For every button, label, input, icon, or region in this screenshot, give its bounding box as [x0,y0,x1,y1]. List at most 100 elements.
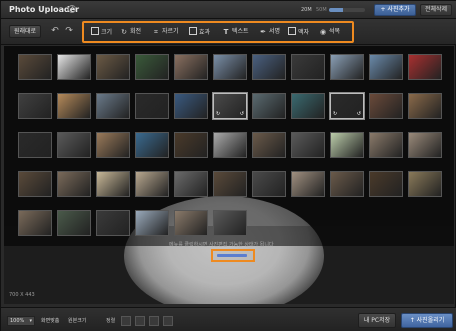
drag-handle[interactable] [217,254,247,257]
photo-thumbnail[interactable]: ↻ ↺ [213,93,247,119]
tool-circle[interactable]: ◉ 석복 [319,27,340,37]
photo-uploader-window: Photo Uploader ? 20M 50M + 사진추가 전체삭제 원래대… [0,0,456,331]
photo-thumbnail[interactable] [174,132,208,158]
capacity-label-20: 20M [301,7,312,13]
photo-thumbnail[interactable] [96,93,130,119]
photo-thumbnail[interactable] [291,171,325,197]
photo-thumbnail[interactable] [135,210,169,236]
zoom-select[interactable]: 100% ▾ [7,316,35,326]
tool-frame[interactable]: 액자 [288,27,309,37]
photo-thumbnail[interactable] [135,93,169,119]
photo-thumbnail[interactable] [408,171,442,197]
photo-thumbnail[interactable] [408,93,442,119]
tool-rotate[interactable]: ↻ 회전 [120,27,141,37]
upload-photos-button[interactable]: ↑ 사진올리기 [401,313,453,328]
add-photo-button[interactable]: + 사진추가 [374,4,416,16]
photo-thumbnail[interactable] [291,93,325,119]
photo-thumbnail[interactable] [369,132,403,158]
photo-thumbnail[interactable] [291,132,325,158]
view-list-icon[interactable] [135,316,145,326]
effect-icon [189,27,197,35]
photo-thumbnail[interactable] [96,132,130,158]
photo-thumbnail[interactable] [174,93,208,119]
photo-thumbnail[interactable] [174,171,208,197]
photo-thumbnail[interactable] [135,171,169,197]
signature-icon: ✒ [260,28,266,36]
photo-thumbnail[interactable] [213,210,247,236]
photo-thumbnail[interactable] [330,132,364,158]
photo-thumbnail[interactable] [135,54,169,80]
tool-signature[interactable]: ✒ 서명 [259,27,280,37]
photo-thumbnail[interactable] [369,171,403,197]
photo-thumbnail[interactable] [252,54,286,80]
rotate-right-icon[interactable]: ↺ [357,111,361,117]
photo-thumbnail[interactable] [18,54,52,80]
photo-thumbnail[interactable] [408,54,442,80]
photo-thumbnail[interactable] [330,54,364,80]
delete-all-button[interactable]: 전체삭제 [420,4,452,16]
capacity-label-50: 50M [316,7,327,13]
photo-thumbnail[interactable] [57,171,91,197]
hint-text: 메뉴를 클릭하시면 사진편집 가능한 상태가 됩니다 [169,242,274,248]
photo-thumbnail[interactable] [291,54,325,80]
photo-thumbnail[interactable] [213,132,247,158]
photo-thumbnail[interactable] [57,54,91,80]
photo-thumbnail[interactable] [57,132,91,158]
frame-icon [288,27,296,35]
original-size-button[interactable]: 원본크기 [68,316,86,326]
sort-label: 정렬 [106,318,116,324]
view-detail-icon[interactable] [163,316,173,326]
rotate-icon: ↻ [121,28,127,36]
photo-thumbnail[interactable] [252,93,286,119]
fit-screen-button[interactable]: 화면맞춤 [41,316,59,326]
tool-label: 크기 [101,29,113,36]
photo-thumbnail[interactable] [96,210,130,236]
undo-icon[interactable]: ↶ [49,25,61,38]
photo-thumbnail[interactable] [252,171,286,197]
photo-thumbnail[interactable] [96,54,130,80]
photo-thumbnail[interactable] [18,132,52,158]
photo-thumbnail[interactable] [369,54,403,80]
photo-thumbnail[interactable] [213,54,247,80]
view-grid-icon[interactable] [121,316,131,326]
photo-thumbnail[interactable] [174,210,208,236]
status-bar: 100% ▾ 화면맞춤 원본크기 정렬 내 PC저장 ↑ 사진올리기 [1,307,456,331]
photo-thumbnail[interactable] [369,93,403,119]
photo-thumbnail[interactable] [135,132,169,158]
resize-icon [91,27,99,35]
view-large-icon[interactable] [149,316,159,326]
reset-original-button[interactable]: 원래대로 [9,25,41,38]
tool-label: 회전 [130,28,142,35]
rotate-left-icon[interactable]: ↻ [333,111,337,117]
photo-thumbnail[interactable] [174,54,208,80]
photo-thumbnail[interactable] [18,171,52,197]
photo-workspace: ↻ ↺ ↻ ↺ 메뉴를 클릭하시면 사진편집 가능한 상태가 됩니다 700 X 44… [4,46,454,304]
capacity-fill [329,8,344,12]
tool-crop[interactable]: ⌗ 자르기 [152,27,179,37]
chevron-down-icon: ▾ [29,318,32,324]
circle-icon: ◉ [319,28,327,36]
photo-thumbnail[interactable] [57,210,91,236]
image-size-label: 700 X 443 [9,292,35,298]
photo-thumbnail[interactable] [252,132,286,158]
tool-label: 효과 [199,29,211,36]
help-icon[interactable]: ? [68,5,76,13]
photo-thumbnail[interactable] [408,132,442,158]
tool-text[interactable]: T 텍스트 [222,27,249,37]
photo-thumbnail[interactable] [330,171,364,197]
zoom-value: 100% [10,318,25,324]
photo-thumbnail[interactable] [18,210,52,236]
save-to-pc-button[interactable]: 내 PC저장 [358,313,396,328]
photo-thumbnail[interactable] [213,171,247,197]
tool-label: 텍스트 [232,28,249,35]
redo-icon[interactable]: ↷ [63,25,75,38]
rotate-left-icon[interactable]: ↻ [216,111,220,117]
tool-resize[interactable]: 크기 [91,27,112,37]
tool-effect[interactable]: 효과 [189,27,210,37]
photo-thumbnail[interactable] [96,171,130,197]
photo-thumbnail[interactable] [18,93,52,119]
text-icon: T [223,28,229,36]
photo-thumbnail[interactable] [57,93,91,119]
rotate-right-icon[interactable]: ↺ [240,111,244,117]
photo-thumbnail[interactable]: ↻ ↺ [330,93,364,119]
